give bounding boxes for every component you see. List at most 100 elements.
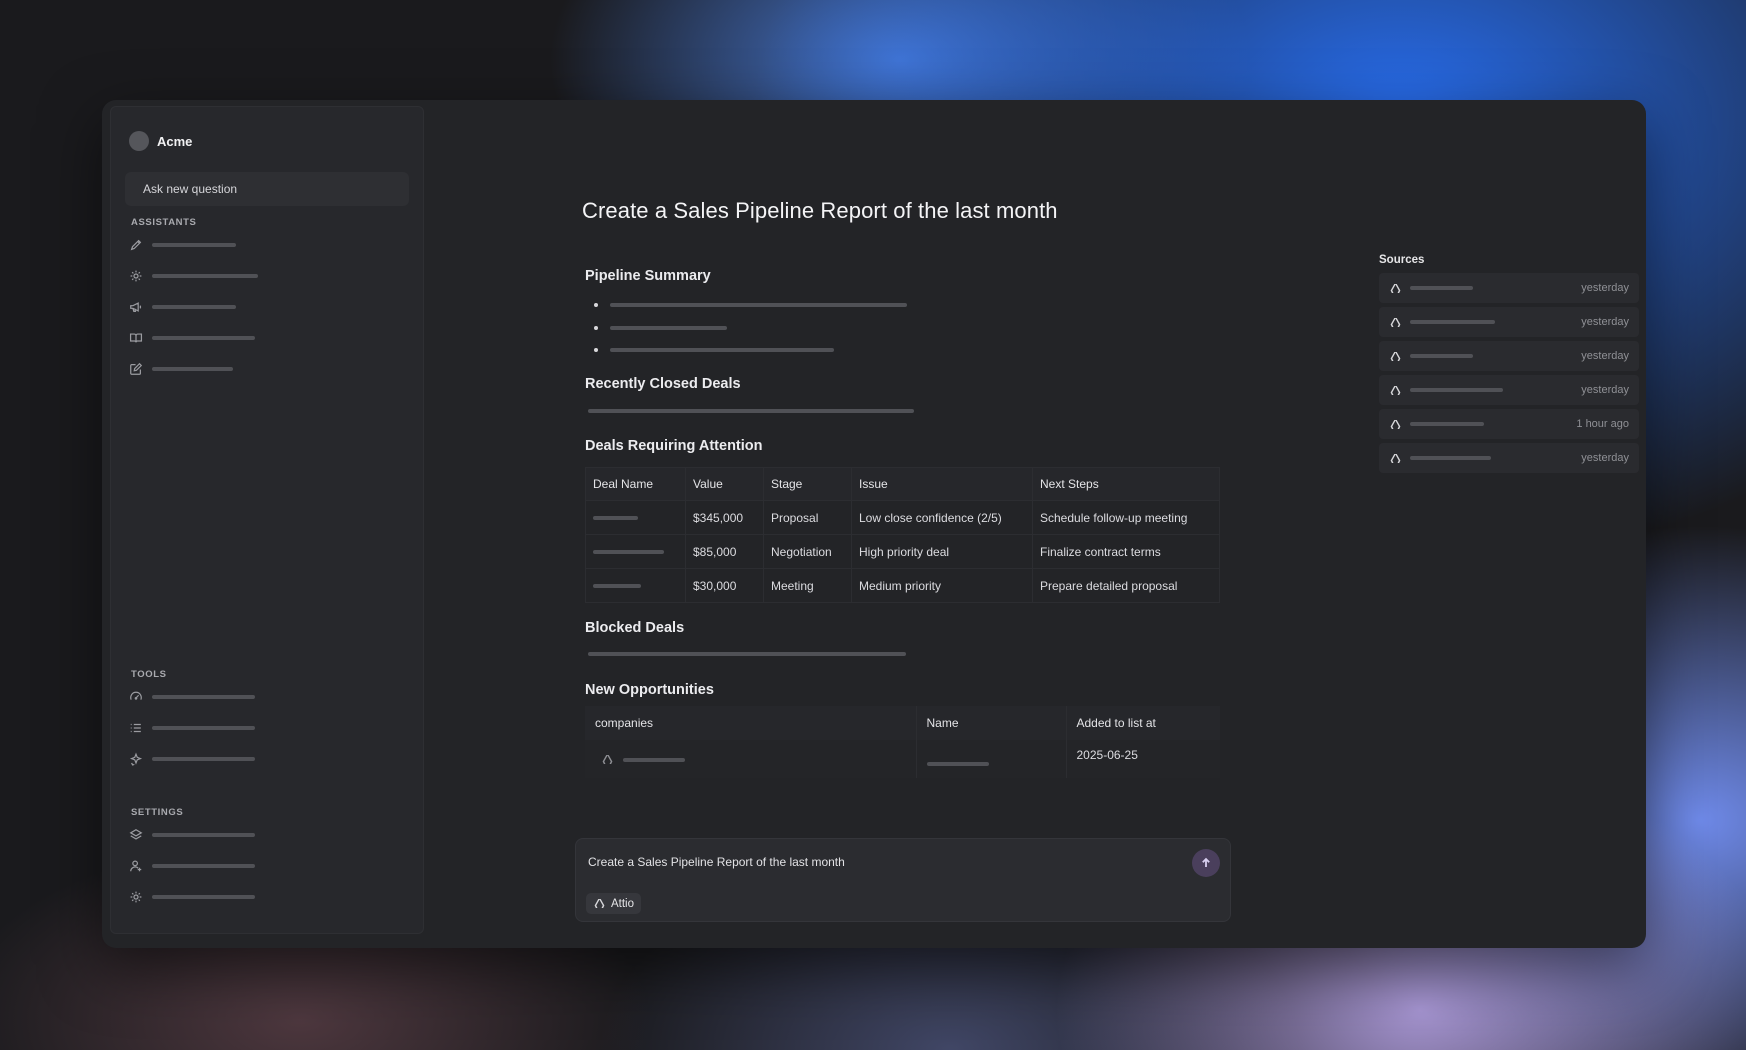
recently-closed-placeholder	[588, 409, 914, 413]
gear-icon	[130, 270, 142, 282]
company-placeholder	[623, 757, 686, 762]
attio-icon	[1390, 385, 1401, 395]
list-item	[594, 294, 907, 317]
send-button[interactable]	[1192, 849, 1220, 877]
column-header: Issue	[851, 467, 1033, 501]
tools-list	[129, 681, 255, 775]
gear-icon	[130, 891, 142, 903]
attio-icon	[602, 755, 613, 765]
assistant-item[interactable]	[129, 354, 258, 385]
tool-item[interactable]	[129, 712, 255, 743]
source-label-placeholder	[1410, 388, 1503, 392]
deal-value: $85,000	[685, 534, 764, 569]
tool-item[interactable]	[129, 681, 255, 712]
attention-heading: Deals Requiring Attention	[585, 438, 763, 454]
source-item[interactable]: yesterday	[1379, 443, 1639, 473]
source-item[interactable]: yesterday	[1379, 273, 1639, 303]
settings-item[interactable]	[129, 881, 255, 912]
assistant-item[interactable]	[129, 291, 258, 322]
tool-label-placeholder	[152, 756, 255, 761]
attio-icon	[1390, 317, 1401, 327]
tools-section-label: TOOLS	[131, 669, 167, 680]
attio-integration-chip[interactable]: Attio	[586, 893, 642, 914]
assistant-label-placeholder	[152, 336, 255, 341]
recently-closed-heading: Recently Closed Deals	[585, 376, 741, 392]
assistant-item[interactable]	[129, 229, 258, 260]
arrow-up-icon	[1202, 857, 1210, 867]
pen-icon	[130, 239, 142, 250]
pipeline-summary-list	[594, 294, 907, 362]
gauge-icon	[130, 691, 142, 700]
table-row[interactable]: $345,000 Proposal Low close confidence (…	[585, 500, 1220, 535]
source-item[interactable]: yesterday	[1379, 307, 1639, 337]
source-timestamp: yesterday	[1581, 316, 1629, 328]
chip-label: Attio	[611, 897, 635, 910]
new-opportunities-table: companies Name Added to list at 2025-06-…	[585, 706, 1220, 778]
chat-composer: Attio	[575, 838, 1231, 922]
ask-new-question-button[interactable]: Ask new question	[125, 172, 409, 206]
assistant-item[interactable]	[129, 323, 258, 354]
source-label-placeholder	[1410, 422, 1484, 426]
deal-stage: Meeting	[763, 568, 852, 603]
pipeline-summary-heading: Pipeline Summary	[585, 268, 711, 284]
deal-issue: Medium priority	[851, 568, 1033, 603]
deal-value: $345,000	[685, 500, 764, 535]
sources-title: Sources	[1379, 254, 1425, 266]
settings-label-placeholder	[152, 832, 255, 837]
settings-list	[129, 819, 255, 913]
settings-section-label: SETTINGS	[131, 807, 184, 818]
megaphone-icon	[130, 302, 142, 312]
source-item[interactable]: yesterday	[1379, 341, 1639, 371]
assistants-section-label: ASSISTANTS	[131, 217, 197, 228]
table-row[interactable]: 2025-06-25	[585, 740, 1220, 778]
tool-item[interactable]	[129, 743, 255, 774]
assistant-label-placeholder	[152, 367, 233, 372]
sidebar: Acme Ask new question ASSISTANTS TOOLS S…	[110, 106, 424, 934]
attention-table: Deal Name Value Stage Issue Next Steps $…	[585, 467, 1220, 603]
list-icon	[130, 723, 141, 732]
deal-stage: Proposal	[763, 500, 852, 535]
source-label-placeholder	[1410, 320, 1495, 324]
added-date: 2025-06-25	[1066, 740, 1220, 778]
attio-icon	[1390, 351, 1401, 361]
tool-label-placeholder	[152, 694, 255, 699]
deal-name-placeholder	[593, 584, 641, 589]
sources-panel: Sources yesterday yesterday yesterday ye…	[1379, 254, 1639, 477]
sparkle-icon	[129, 752, 143, 766]
workspace-avatar	[129, 131, 149, 151]
layers-icon	[129, 828, 143, 840]
deal-name-placeholder	[593, 550, 664, 555]
deal-issue: Low close confidence (2/5)	[851, 500, 1033, 535]
column-header: Name	[916, 706, 1067, 740]
workspace-switcher[interactable]: Acme	[129, 131, 192, 151]
attio-icon	[594, 899, 605, 908]
assistant-item[interactable]	[129, 260, 258, 291]
blocked-deals-placeholder	[588, 652, 906, 656]
main-content: Create a Sales Pipeline Report of the la…	[424, 100, 1646, 948]
user-add-icon	[130, 860, 142, 872]
table-row[interactable]: $85,000 Negotiation High priority deal F…	[585, 534, 1220, 569]
assistants-list	[129, 229, 258, 385]
source-label-placeholder	[1410, 354, 1473, 358]
column-header: Next Steps	[1032, 467, 1220, 501]
deal-next-steps: Finalize contract terms	[1032, 534, 1220, 569]
deal-name-placeholder	[593, 516, 638, 521]
column-header: Added to list at	[1066, 706, 1220, 740]
source-item[interactable]: 1 hour ago	[1379, 409, 1639, 439]
blocked-deals-heading: Blocked Deals	[585, 620, 685, 636]
assistant-label-placeholder	[152, 304, 236, 309]
column-header: Deal Name	[585, 467, 686, 501]
table-row[interactable]: $30,000 Meeting Medium priority Prepare …	[585, 568, 1220, 603]
attio-icon	[1390, 453, 1401, 463]
settings-item[interactable]	[129, 850, 255, 881]
settings-label-placeholder	[152, 894, 255, 899]
source-timestamp: 1 hour ago	[1576, 418, 1629, 430]
edit-icon	[130, 363, 143, 376]
assistant-label-placeholder	[152, 242, 236, 247]
source-timestamp: yesterday	[1581, 452, 1629, 464]
settings-item[interactable]	[129, 819, 255, 850]
prompt-input[interactable]	[588, 855, 1168, 869]
name-placeholder	[926, 761, 989, 766]
deal-next-steps: Schedule follow-up meeting	[1032, 500, 1220, 535]
source-item[interactable]: yesterday	[1379, 375, 1639, 405]
